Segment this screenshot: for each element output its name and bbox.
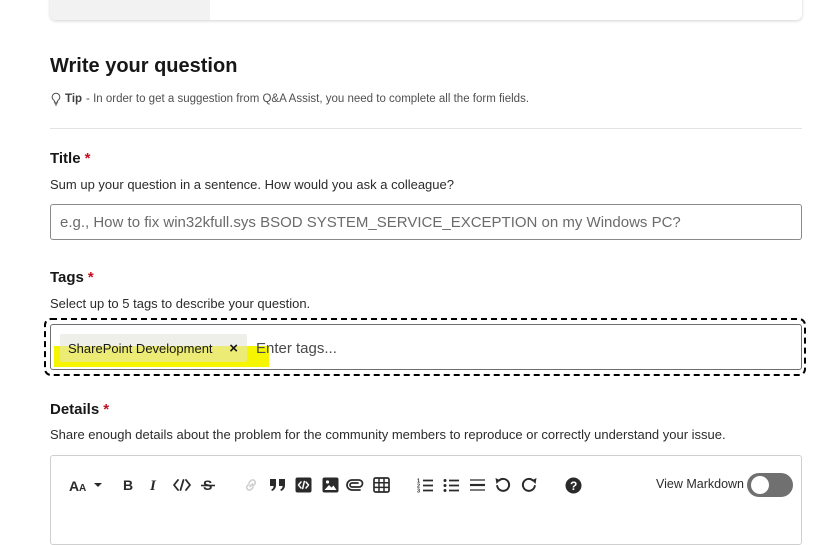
table-icon[interactable] — [371, 475, 391, 495]
title-required-mark: * — [84, 150, 91, 167]
paperclip-icon[interactable] — [345, 475, 365, 495]
title-input[interactable] — [50, 204, 802, 240]
editor-toolbar: AA B I S — [51, 456, 801, 514]
tip-line: Tip - In order to get a suggestion from … — [50, 92, 529, 106]
image-icon[interactable] — [320, 475, 340, 495]
previous-section-left-pane — [50, 0, 210, 20]
details-required-mark: * — [103, 401, 110, 418]
details-label: Details * — [50, 401, 109, 418]
tag-remove-icon[interactable]: × — [229, 341, 238, 356]
toggle-knob — [751, 476, 769, 494]
caret-down-icon[interactable] — [91, 475, 105, 495]
details-label-text: Details — [50, 401, 100, 418]
svg-text:A: A — [79, 483, 86, 492]
title-label: Title * — [50, 150, 90, 167]
code-block-icon[interactable] — [293, 475, 313, 495]
lightbulb-icon — [51, 92, 61, 106]
tags-label: Tags * — [50, 269, 94, 286]
tag-chip: SharePoint Development × — [60, 334, 247, 362]
svg-text:?: ? — [570, 479, 577, 493]
details-editor[interactable]: AA B I S — [50, 455, 802, 545]
details-hint: Share enough details about the problem f… — [50, 427, 726, 442]
tip-label: Tip — [65, 93, 83, 105]
view-markdown-label: View Markdown — [656, 477, 745, 491]
tags-input[interactable] — [256, 336, 556, 360]
strikethrough-icon[interactable]: S — [200, 475, 216, 495]
svg-text:I: I — [149, 478, 157, 492]
svg-text:3: 3 — [417, 489, 420, 494]
link-icon[interactable] — [242, 475, 260, 495]
svg-text:B: B — [123, 478, 133, 492]
tip-text: - In order to get a suggestion from Q&A … — [86, 93, 530, 105]
bold-icon[interactable]: B — [121, 475, 137, 495]
tags-required-mark: * — [87, 269, 94, 286]
view-markdown-toggle[interactable] — [747, 473, 793, 497]
tags-hint: Select up to 5 tags to describe your que… — [50, 296, 311, 311]
section-title: Write your question — [50, 55, 238, 77]
previous-section-card — [50, 0, 802, 20]
italic-icon[interactable]: I — [147, 475, 163, 495]
code-icon[interactable] — [172, 475, 192, 495]
tags-label-text: Tags — [50, 269, 84, 286]
help-icon[interactable]: ? — [563, 475, 583, 495]
tag-chip-label: SharePoint Development — [68, 340, 213, 356]
undo-icon[interactable] — [493, 475, 513, 495]
title-label-text: Title — [50, 150, 81, 167]
text-size-icon[interactable]: AA — [69, 475, 89, 495]
horizontal-rule-icon[interactable] — [467, 475, 487, 495]
quote-icon[interactable] — [268, 475, 288, 495]
title-hint: Sum up your question in a sentence. How … — [50, 177, 454, 192]
section-divider — [50, 128, 802, 129]
numbered-list-icon[interactable]: 123 — [415, 475, 435, 495]
bulleted-list-icon[interactable] — [441, 475, 461, 495]
redo-icon[interactable] — [519, 475, 539, 495]
svg-text:A: A — [69, 478, 79, 492]
